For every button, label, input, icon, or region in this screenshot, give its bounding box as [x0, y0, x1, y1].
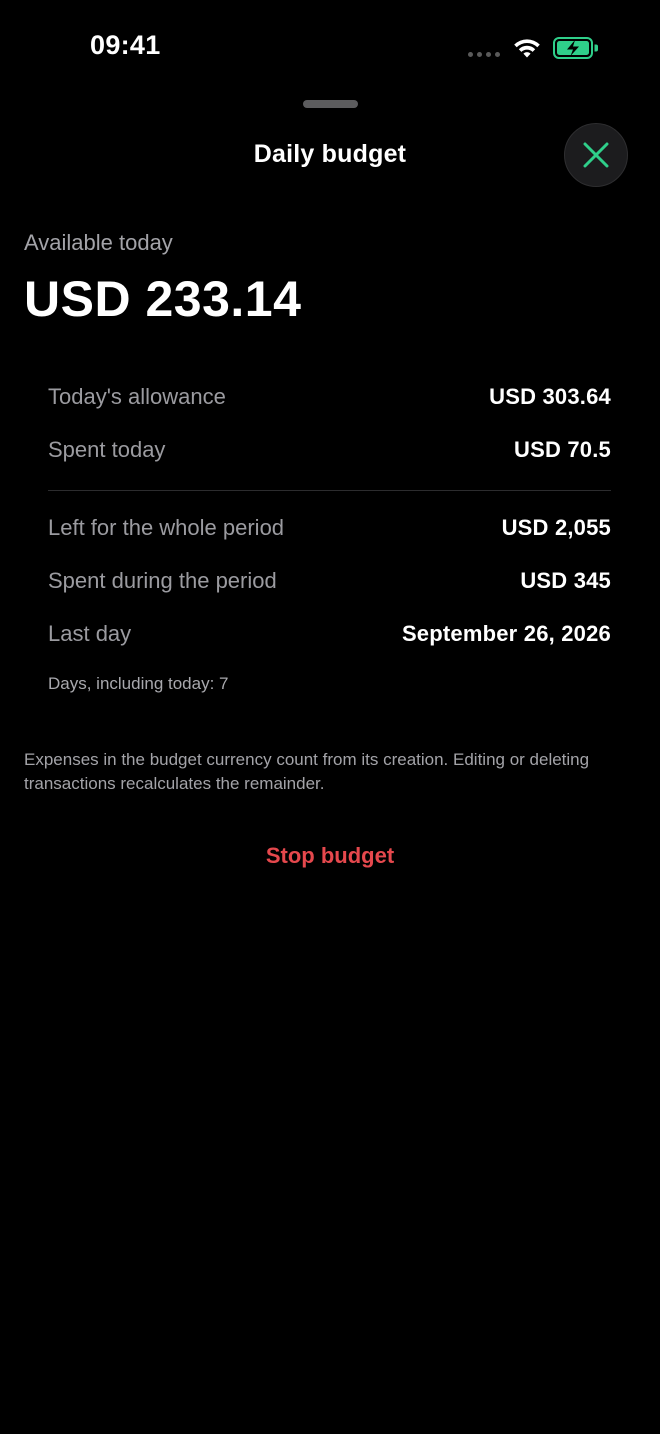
status-bar: 09:41	[0, 0, 660, 96]
last-day-value: September 26, 2026	[401, 621, 611, 646]
section-divider	[48, 490, 611, 491]
spent-today-value: USD 70.5	[514, 437, 611, 462]
todays-allowance-value: USD 303.64	[489, 384, 611, 409]
todays-allowance-row: Today's allowance USD 303.64	[48, 384, 611, 418]
wifi-icon	[514, 39, 540, 58]
left-for-period-label: Left for the whole period	[48, 515, 285, 540]
battery-charging-icon	[553, 37, 598, 59]
last-day-row: Last day September 26, 2026	[48, 621, 611, 655]
spent-during-period-row: Spent during the period USD 345	[48, 568, 611, 602]
last-day-label: Last day	[48, 621, 132, 646]
spent-during-period-label: Spent during the period	[48, 568, 277, 593]
spent-during-period-value: USD 345	[520, 568, 611, 593]
available-today-label: Available today	[24, 230, 173, 255]
stop-budget-button[interactable]: Stop budget	[0, 843, 660, 869]
spent-today-label: Spent today	[48, 437, 166, 462]
sheet-grabber-handle[interactable]	[303, 100, 358, 108]
close-icon	[583, 142, 609, 168]
cellular-signal-icon	[468, 52, 502, 58]
close-button[interactable]	[564, 123, 628, 187]
days-including-today-note: Days, including today: 7	[48, 674, 229, 693]
status-time: 09:41	[90, 30, 161, 60]
left-for-period-row: Left for the whole period USD 2,055	[48, 515, 611, 549]
budget-info-text: Expenses in the budget currency count fr…	[24, 750, 590, 793]
sheet-title: Daily budget	[253, 140, 407, 168]
left-for-period-value: USD 2,055	[501, 515, 611, 540]
spent-today-row: Spent today USD 70.5	[48, 437, 611, 471]
available-today-amount: USD 233.14	[24, 271, 302, 327]
todays-allowance-label: Today's allowance	[48, 384, 226, 409]
